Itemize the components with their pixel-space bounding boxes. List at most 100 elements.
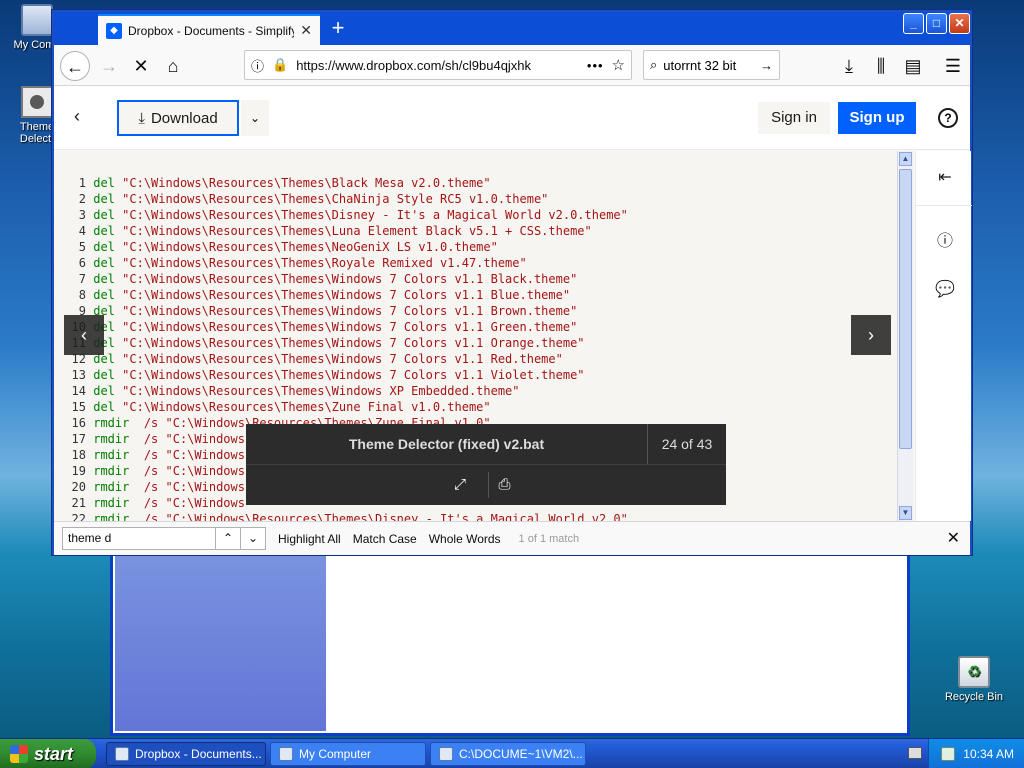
line-number: 7 xyxy=(78,272,86,286)
sign-in-button[interactable]: Sign in xyxy=(758,102,830,134)
whole-words-option[interactable]: Whole Words xyxy=(429,532,501,546)
code-line: 7 del "C:\Windows\Resources\Themes\Windo… xyxy=(64,271,628,287)
info-icon[interactable]: ⓘ xyxy=(934,231,956,253)
help-icon[interactable]: ? xyxy=(938,108,958,128)
code-command: rmdir xyxy=(93,448,130,462)
code-command: del xyxy=(93,272,115,286)
bookmark-star-icon[interactable]: ☆ xyxy=(612,56,625,74)
code-argument: /s "C:\Windows xyxy=(136,448,245,462)
code-argument: /s "C:\Windows xyxy=(136,480,245,494)
comment-icon[interactable]: 💬 xyxy=(934,279,956,301)
code-command: del xyxy=(93,224,115,238)
sign-up-button[interactable]: Sign up xyxy=(838,102,916,134)
code-argument: "C:\Windows\Resources\Themes\Windows 7 C… xyxy=(122,352,563,366)
tray-network-icon[interactable] xyxy=(941,747,956,761)
next-file-button[interactable]: › xyxy=(851,315,891,355)
vertical-scrollbar[interactable]: ▲ ▼ xyxy=(897,151,913,521)
code-command: del xyxy=(93,288,115,302)
back-button[interactable]: ← xyxy=(60,51,90,81)
window-controls: _ □ ✕ xyxy=(903,13,970,34)
url-bar[interactable]: ⓘ 🔒 https://www.dropbox.com/sh/cl9bu4qjx… xyxy=(244,50,632,80)
page-actions-icon[interactable]: ••• xyxy=(587,58,604,73)
download-button[interactable]: ⤓ Download xyxy=(117,100,239,136)
keyboard-icon[interactable] xyxy=(908,747,922,759)
search-icon: ⌕ xyxy=(650,57,658,72)
line-number: 19 xyxy=(71,464,86,478)
code-argument: "C:\Windows\Resources\Themes\Windows 7 C… xyxy=(122,368,585,382)
taskbar-item-dropbox[interactable]: Dropbox - Documents... xyxy=(106,742,266,766)
line-number: 16 xyxy=(71,416,86,430)
rail-divider xyxy=(916,205,972,206)
download-dropdown-button[interactable]: ⌄ xyxy=(241,100,269,136)
find-bar: theme d ⌃ ⌄ Highlight All Match Case Who… xyxy=(54,521,970,555)
firefox-icon xyxy=(115,747,129,761)
scroll-thumb[interactable] xyxy=(899,169,912,449)
code-argument: "C:\Windows\Resources\Themes\Windows 7 C… xyxy=(122,288,571,302)
new-tab-button[interactable]: + xyxy=(324,16,352,42)
code-argument: "C:\Windows\Resources\Themes\Windows 7 C… xyxy=(122,320,578,334)
code-argument: "C:\Windows\Resources\Themes\Disney - It… xyxy=(122,208,628,222)
command-prompt-icon xyxy=(439,747,453,761)
tab-dropbox[interactable]: ◆ Dropbox - Documents - Simplify yo ✕ xyxy=(98,14,320,45)
previous-file-button[interactable]: ‹ xyxy=(64,315,104,355)
line-number: 22 xyxy=(71,512,86,521)
print-icon[interactable]: ⎙ xyxy=(488,472,520,498)
search-input[interactable]: utorrnt 32 bit xyxy=(663,58,754,73)
code-line: 4 del "C:\Windows\Resources\Themes\Luna … xyxy=(64,223,628,239)
line-number: 3 xyxy=(78,208,86,222)
code-argument: "C:\Windows\Resources\Themes\ChaNinja St… xyxy=(122,192,549,206)
code-line: 15 del "C:\Windows\Resources\Themes\Zune… xyxy=(64,399,628,415)
home-button[interactable]: ⌂ xyxy=(158,51,188,81)
find-input[interactable]: theme d xyxy=(62,527,216,550)
close-button[interactable]: ✕ xyxy=(949,13,970,34)
sidebar-icon[interactable]: ▤ xyxy=(898,51,928,81)
collapse-panel-icon[interactable]: ⇤ xyxy=(934,167,956,189)
maximize-button[interactable]: □ xyxy=(926,13,947,34)
scroll-up-icon[interactable]: ▲ xyxy=(899,152,912,166)
match-case-option[interactable]: Match Case xyxy=(353,532,417,546)
find-next-button[interactable]: ⌄ xyxy=(240,527,266,550)
library-icon[interactable]: ⫼ xyxy=(866,51,896,81)
code-line: 2 del "C:\Windows\Resources\Themes\ChaNi… xyxy=(64,191,628,207)
code-command: del xyxy=(93,192,115,206)
code-command: del xyxy=(93,240,115,254)
search-bar[interactable]: ⌕ utorrnt 32 bit → xyxy=(643,50,780,80)
code-argument: "C:\Windows\Resources\Themes\Windows 7 C… xyxy=(122,336,585,350)
system-tray: 10:34 AM xyxy=(928,739,1024,768)
line-number: 1 xyxy=(78,176,86,190)
find-previous-button[interactable]: ⌃ xyxy=(215,527,241,550)
code-command: del xyxy=(93,368,115,382)
back-chevron-icon[interactable]: ‹ xyxy=(74,106,80,127)
code-line: 11 del "C:\Windows\Resources\Themes\Wind… xyxy=(64,335,628,351)
taskbar-item-cmd[interactable]: C:\DOCUME~1\VM2\... xyxy=(430,742,586,766)
code-command: del xyxy=(93,384,115,398)
info-icon[interactable]: ⓘ xyxy=(251,56,264,75)
side-rail: ⇤ ⓘ 💬 xyxy=(915,151,972,521)
downloads-icon[interactable]: ⤓ xyxy=(834,51,864,81)
minimize-button[interactable]: _ xyxy=(903,13,924,34)
code-line: 9 del "C:\Windows\Resources\Themes\Windo… xyxy=(64,303,628,319)
start-button[interactable]: start xyxy=(0,739,96,768)
line-number: 14 xyxy=(71,384,86,398)
find-close-icon[interactable]: ✕ xyxy=(947,528,960,548)
code-command: rmdir xyxy=(93,464,130,478)
stop-button[interactable]: ✕ xyxy=(126,51,156,81)
code-argument: "C:\Windows\Resources\Themes\Royale Remi… xyxy=(122,256,527,270)
code-argument: "C:\Windows\Resources\Themes\Windows XP … xyxy=(122,384,520,398)
highlight-all-option[interactable]: Highlight All xyxy=(278,532,341,546)
code-line: 14 del "C:\Windows\Resources\Themes\Wind… xyxy=(64,383,628,399)
code-argument: "C:\Windows\Resources\Themes\Windows 7 C… xyxy=(122,272,578,286)
line-number: 15 xyxy=(71,400,86,414)
scroll-down-icon[interactable]: ▼ xyxy=(899,506,912,520)
taskbar-item-my-computer[interactable]: My Computer xyxy=(270,742,426,766)
tab-close-icon[interactable]: ✕ xyxy=(300,22,312,39)
line-number: 21 xyxy=(71,496,86,510)
desktop-icon-recycle-bin[interactable]: Recycle Bin xyxy=(939,656,1009,703)
fullscreen-icon[interactable]: ⤢ xyxy=(444,472,476,498)
code-command: del xyxy=(93,208,115,222)
search-go-icon[interactable]: → xyxy=(760,58,773,73)
menu-icon[interactable]: ☰ xyxy=(938,51,968,81)
forward-button[interactable]: → xyxy=(94,51,124,81)
tab-title: Dropbox - Documents - Simplify yo xyxy=(128,23,295,38)
task-pane xyxy=(115,543,326,731)
